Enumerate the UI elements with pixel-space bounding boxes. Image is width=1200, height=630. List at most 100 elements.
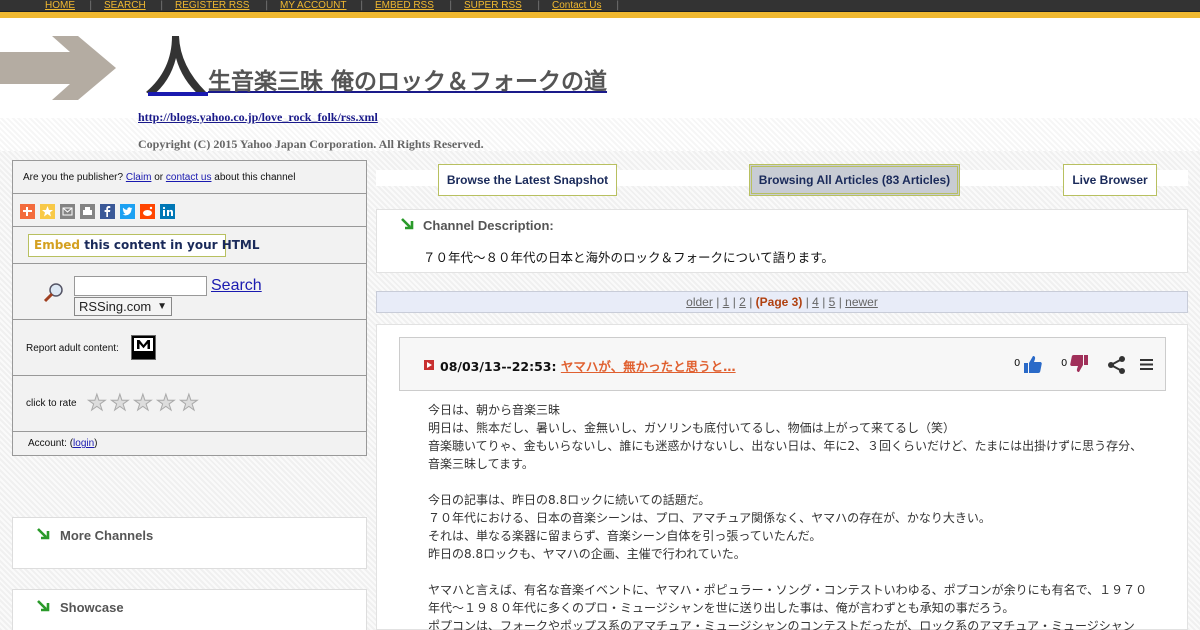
mature-rating-icon[interactable]	[131, 335, 156, 360]
channel-description-box: Channel Description: ７０年代～８０年代の日本と海外のロック…	[376, 209, 1188, 273]
chevron-down-icon: ▼	[157, 301, 167, 312]
tab-all-articles[interactable]: Browsing All Articles (83 Articles)	[749, 164, 960, 196]
search-button[interactable]: Search	[211, 277, 262, 295]
publisher-prefix: Are you the publisher?	[23, 172, 124, 183]
pager-separator: |	[749, 295, 753, 309]
channel-description-text: ７０年代～８０年代の日本と海外のロック＆フォークについて語ります。	[423, 250, 834, 265]
article-line: 今日は、朝から音楽三昧	[428, 403, 561, 417]
nav-my-account[interactable]: MY ACCOUNT	[280, 0, 347, 12]
share-row	[13, 194, 366, 227]
login-link[interactable]: login	[73, 438, 94, 449]
pager-page-5[interactable]: 5	[829, 295, 836, 309]
nav-search[interactable]: SEARCH	[104, 0, 146, 12]
account-prefix: Account: (	[28, 438, 74, 449]
pager-separator: |	[716, 295, 720, 309]
channel-copyright: Copyright (C) 2015 Yahoo Japan Corporati…	[138, 137, 484, 151]
article-line: 今日の記事は、昨日の8.8ロックに続いての話題だ。	[428, 493, 711, 507]
star-icon[interactable]	[40, 204, 55, 219]
star-icon[interactable]: ★	[133, 392, 156, 415]
publisher-suffix: about this channel	[214, 172, 296, 183]
like-count: 0	[1014, 358, 1021, 369]
star-icon[interactable]: ★	[110, 392, 133, 415]
channel-description-title: Channel Description:	[423, 218, 554, 233]
thumbs-up-icon[interactable]	[1023, 355, 1043, 374]
search-input[interactable]	[74, 276, 207, 296]
pager-separator: |	[822, 295, 826, 309]
search-scope-select[interactable]: RSSing.com ▼	[74, 297, 172, 316]
nav-separator: |	[616, 0, 620, 11]
contact-us-link[interactable]: contact us	[166, 172, 212, 183]
reddit-icon[interactable]	[140, 204, 155, 219]
green-arrow-icon	[37, 528, 50, 540]
pager-page-2[interactable]: 2	[739, 295, 746, 309]
search-scope-value: RSSing.com	[79, 299, 152, 314]
linkedin-icon[interactable]	[160, 204, 175, 219]
pager-page-4[interactable]: 4	[812, 295, 819, 309]
star-rating[interactable]: ★ ★ ★ ★ ★	[87, 392, 202, 415]
article-line: ヤマハと言えば、有名な音楽イベントに、ヤマハ・ポピュラー・ソング・コンテストいわ…	[428, 583, 1148, 615]
share-icon[interactable]	[1107, 355, 1127, 375]
star-icon[interactable]: ★	[156, 392, 179, 415]
publisher-row: Are you the publisher? Claim or contact …	[13, 161, 366, 194]
claim-link[interactable]: Claim	[126, 172, 152, 183]
green-arrow-icon	[401, 218, 414, 230]
embed-word: Embed	[34, 238, 81, 252]
account-text: Account: (login)	[28, 438, 98, 449]
twitter-icon[interactable]	[120, 204, 135, 219]
showcase-title[interactable]: Showcase	[60, 600, 124, 615]
account-row: Account: (login)	[13, 432, 366, 455]
nav-contact-us[interactable]: Contact Us	[552, 0, 601, 12]
more-channels-title[interactable]: More Channels	[60, 528, 153, 543]
article-line: 明日は、熊本だし、暑いし、金無いし、ガソリンも底付いてるし、物価は上がって来てる…	[428, 421, 956, 435]
print-icon[interactable]	[80, 204, 95, 219]
embed-row: Embed this content in your HTML	[13, 227, 366, 264]
star-icon[interactable]: ★	[179, 392, 202, 415]
embed-button[interactable]: Embed this content in your HTML	[28, 234, 260, 257]
article-header: 08/03/13--22:53: ヤマハが、無かったと思うと… 0 0	[399, 337, 1166, 391]
article-line: 昨日の8.8ロックも、ヤマハの企画、主催で行われていた。	[428, 547, 746, 561]
nav-separator: |	[265, 0, 269, 11]
tab-live-browser[interactable]: Live Browser	[1063, 164, 1157, 196]
top-nav: HOME | SEARCH | REGISTER RSS | MY ACCOUN…	[0, 0, 1200, 12]
pagination: older | 1 | 2 | (Page 3) | 4 | 5 | newer	[376, 291, 1188, 313]
embed-rest: this content in your HTML	[84, 238, 260, 252]
article-title-link[interactable]: ヤマハが、無かったと思うと…	[561, 359, 736, 374]
sidebar: Are you the publisher? Claim or contact …	[12, 160, 367, 456]
feed-url-link[interactable]: http://blogs.yahoo.co.jp/love_rock_folk/…	[138, 110, 378, 125]
mail-icon[interactable]	[60, 204, 75, 219]
article-line: それは、単なる楽器に留まらず、音楽シーン自体を引っ張っていたんだ。	[428, 529, 822, 543]
pager-current: (Page 3)	[755, 295, 803, 309]
article-bullet-icon	[424, 360, 434, 370]
green-arrow-icon	[37, 600, 50, 612]
pager-newer[interactable]: newer	[845, 295, 878, 309]
facebook-icon[interactable]	[100, 204, 115, 219]
plus-icon[interactable]	[20, 204, 35, 219]
site-logo-icon	[146, 36, 208, 96]
publisher-text: Are you the publisher? Claim or contact …	[23, 172, 295, 183]
tab-latest-snapshot[interactable]: Browse the Latest Snapshot	[438, 164, 617, 196]
rating-row: click to rate ★ ★ ★ ★ ★	[13, 376, 366, 432]
more-channels-panel: More Channels	[12, 517, 367, 569]
star-icon[interactable]: ★	[87, 392, 110, 415]
nav-super-rss[interactable]: SUPER RSS	[464, 0, 522, 12]
pager-older[interactable]: older	[686, 295, 713, 309]
nav-embed-rss[interactable]: EMBED RSS	[375, 0, 434, 12]
arrow-logo-icon	[0, 36, 116, 100]
nav-separator: |	[160, 0, 164, 11]
nav-home[interactable]: HOME	[45, 0, 75, 12]
pager-separator: |	[805, 295, 809, 309]
nav-separator: |	[360, 0, 364, 11]
pager-separator: |	[732, 295, 736, 309]
menu-icon[interactable]	[1140, 358, 1153, 371]
article-line: ７０年代における、日本の音楽シーンは、プロ、アマチュア関係なく、ヤマハの存在が、…	[428, 511, 991, 525]
pager-page-1[interactable]: 1	[723, 295, 730, 309]
channel-title[interactable]: 生音楽三昧 俺のロック＆フォークの道	[208, 62, 607, 96]
account-suffix: )	[94, 438, 98, 449]
nav-register-rss[interactable]: REGISTER RSS	[175, 0, 249, 12]
showcase-panel: Showcase	[12, 589, 367, 630]
nav-separator: |	[89, 0, 93, 11]
magnifier-icon	[43, 283, 63, 303]
thumbs-down-icon[interactable]	[1069, 354, 1089, 373]
article: 08/03/13--22:53: ヤマハが、無かったと思うと… 0 0 今日は、…	[376, 324, 1188, 630]
